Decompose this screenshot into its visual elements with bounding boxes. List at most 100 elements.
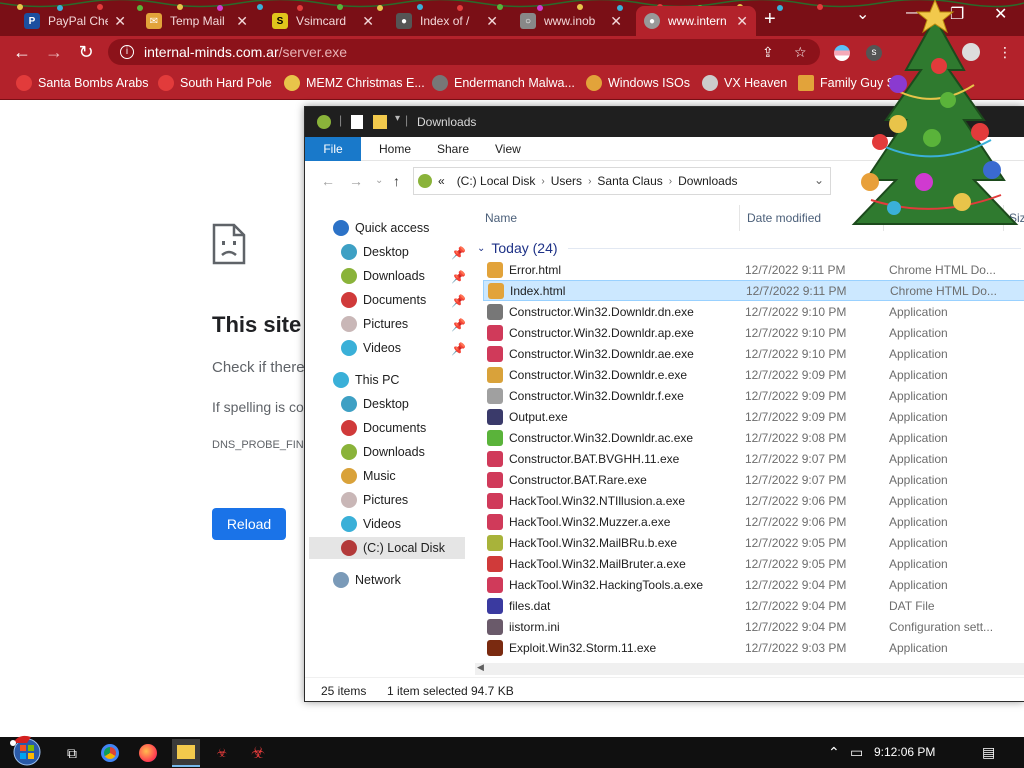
site-info-icon[interactable]: i xyxy=(120,45,134,59)
file-row[interactable]: Exploit.Win32.Storm.11.exe 12/7/2022 9:03… xyxy=(483,637,1024,658)
new-tab-plus-icon[interactable]: + xyxy=(764,8,776,31)
group-header-today[interactable]: ⌄ Today (24) xyxy=(475,237,1024,259)
file-row[interactable]: HackTool.Win32.MailBruter.a.exe 12/7/2022… xyxy=(483,553,1024,574)
breadcrumb-chevron-icon[interactable]: › xyxy=(669,176,672,187)
ribbon-tab-share[interactable]: Share xyxy=(425,137,481,161)
taskbar-clock[interactable]: 9:12:06 PM xyxy=(874,745,935,759)
tab-inob[interactable]: ○ www.inob ✕ xyxy=(512,6,630,36)
ida-app-taskbar-icon[interactable]: ☣ xyxy=(210,741,234,765)
bookmark-item[interactable]: Santa Bombs Arabs xyxy=(16,75,148,91)
horizontal-scrollbar[interactable]: ◀ xyxy=(475,662,1024,675)
file-row[interactable]: HackTool.Win32.NTIllusion.a.exe 12/7/2022… xyxy=(483,490,1024,511)
column-header-name[interactable]: Name xyxy=(485,211,517,225)
nav-item[interactable]: (C:) Local Disk xyxy=(309,537,465,559)
file-row[interactable]: Constructor.Win32.Downldr.ae.exe 12/7/202… xyxy=(483,343,1024,364)
close-tab-icon[interactable]: ✕ xyxy=(736,13,748,30)
network-icon[interactable]: ▭ xyxy=(850,744,863,761)
column-header-date-modified[interactable]: Date modified xyxy=(747,211,821,225)
forward-arrow-icon[interactable]: → xyxy=(42,40,66,64)
bookmark-item[interactable]: South Hard Pole xyxy=(158,75,272,91)
nav-item[interactable]: Music xyxy=(341,465,396,487)
firefox-taskbar-icon[interactable] xyxy=(136,741,160,765)
file-row[interactable]: Constructor.Win32.Downldr.dn.exe 12/7/202… xyxy=(483,301,1024,322)
tab-temp-mail[interactable]: ✉ Temp Mail ✕ xyxy=(138,6,256,36)
tab-paypal[interactable]: P PayPal Che ✕ xyxy=(16,6,134,36)
nav-item[interactable]: Desktop xyxy=(341,241,409,263)
nav-item[interactable]: Pictures xyxy=(341,489,408,511)
properties-icon[interactable] xyxy=(351,115,363,129)
nav-item[interactable]: Documents xyxy=(341,417,426,439)
file-row[interactable]: files.dat 12/7/2022 9:04 PM DAT File xyxy=(483,595,1024,616)
forward-arrow-icon[interactable]: → xyxy=(349,173,363,189)
recent-locations-chevron-icon[interactable]: ⌄ xyxy=(375,175,383,186)
breadcrumb-chevron-icon[interactable]: › xyxy=(588,176,591,187)
tab-internal-minds[interactable]: ● www.intern ✕ xyxy=(636,6,756,36)
nav-item[interactable]: Pictures xyxy=(341,313,408,335)
nav-item[interactable]: Network xyxy=(333,569,401,591)
file-row[interactable]: iistorm.ini 12/7/2022 9:04 PM Configuratio… xyxy=(483,616,1024,637)
file-row[interactable]: HackTool.Win32.Muzzer.a.exe 12/7/2022 9:0… xyxy=(483,511,1024,532)
reload-button[interactable]: Reload xyxy=(212,508,286,540)
file-row[interactable]: Index.html 12/7/2022 9:11 PM Chrome HTML D… xyxy=(483,280,1024,301)
up-arrow-icon[interactable]: ↑ xyxy=(393,173,400,189)
nav-item[interactable]: Desktop xyxy=(341,393,409,415)
bookmark-item[interactable]: Windows ISOs xyxy=(586,75,690,91)
chrome-taskbar-icon[interactable] xyxy=(98,741,122,765)
address-dropdown-icon[interactable]: ⌄ xyxy=(814,173,824,187)
nav-item[interactable]: Videos xyxy=(341,337,401,359)
file-row[interactable]: HackTool.Win32.HackingTools.a.exe 12/7/20… xyxy=(483,574,1024,595)
close-tab-icon[interactable]: ✕ xyxy=(114,13,126,30)
bookmark-item[interactable]: MEMZ Christmas E... xyxy=(284,75,425,91)
nav-item[interactable]: Videos xyxy=(341,513,401,535)
biohazard-app-taskbar-icon[interactable]: ☣ xyxy=(246,741,270,765)
file-row[interactable]: Constructor.Win32.Downldr.ac.exe 12/7/202… xyxy=(483,427,1024,448)
file-row[interactable]: Constructor.Win32.Downldr.ap.exe 12/7/202… xyxy=(483,322,1024,343)
share-icon[interactable]: ⇪ xyxy=(762,44,774,61)
file-row[interactable]: Constructor.Win32.Downldr.f.exe 12/7/2022… xyxy=(483,385,1024,406)
explorer-address-bar[interactable]: « (C:) Local Disk › Users › Santa Claus › D… xyxy=(413,167,831,195)
breadcrumb-item[interactable]: (C:) Local Disk xyxy=(457,174,536,188)
ribbon-tab-file[interactable]: File xyxy=(305,137,361,161)
task-view-icon[interactable]: ⧉ xyxy=(60,741,84,765)
show-hidden-icons-chevron-icon[interactable]: ⌃ xyxy=(828,744,840,761)
close-tab-icon[interactable]: ✕ xyxy=(610,13,622,30)
address-bar[interactable]: i internal-minds.com.ar/server.exe xyxy=(108,39,820,65)
close-tab-icon[interactable]: ✕ xyxy=(486,13,498,30)
back-arrow-icon[interactable]: ← xyxy=(10,40,34,64)
back-arrow-icon[interactable]: ← xyxy=(321,173,335,189)
bookmark-star-icon[interactable]: ☆ xyxy=(794,44,807,61)
breadcrumb-overflow[interactable]: « xyxy=(438,174,445,188)
file-row[interactable]: Constructor.Win32.Downldr.e.exe 12/7/2022… xyxy=(483,364,1024,385)
file-row[interactable]: Constructor.BAT.Rare.exe 12/7/2022 9:07 P… xyxy=(483,469,1024,490)
reload-icon[interactable]: ↻ xyxy=(74,40,98,64)
file-row[interactable]: Error.html 12/7/2022 9:11 PM Chrome HTML D… xyxy=(483,259,1024,280)
bookmark-item[interactable]: VX Heaven xyxy=(702,75,787,91)
file-row[interactable]: HackTool.Win32.MailBRu.b.exe 12/7/2022 9:… xyxy=(483,532,1024,553)
file-row[interactable]: Constructor.BAT.BVGHH.11.exe 12/7/2022 9:… xyxy=(483,448,1024,469)
column-divider[interactable] xyxy=(739,205,740,231)
start-button[interactable] xyxy=(8,733,44,767)
collapse-chevron-icon[interactable]: ⌄ xyxy=(477,243,485,254)
nav-item[interactable]: This PC xyxy=(333,369,399,391)
nav-item[interactable]: Downloads xyxy=(341,441,425,463)
tab-index-of[interactable]: ● Index of / ✕ xyxy=(388,6,506,36)
nav-item[interactable]: Quick access xyxy=(333,217,429,239)
breadcrumb-item[interactable]: Downloads xyxy=(678,174,737,188)
close-tab-icon[interactable]: ✕ xyxy=(362,13,374,30)
breadcrumb-chevron-icon[interactable]: › xyxy=(541,176,544,187)
ribbon-tab-view[interactable]: View xyxy=(483,137,533,161)
file-row[interactable]: Output.exe 12/7/2022 9:09 PM Application xyxy=(483,406,1024,427)
nav-item[interactable]: Documents xyxy=(341,289,426,311)
breadcrumb-item[interactable]: Users xyxy=(551,174,582,188)
action-center-icon[interactable]: ▤ xyxy=(982,744,995,761)
new-folder-icon[interactable] xyxy=(373,115,387,129)
scroll-left-arrow-icon[interactable]: ◀ xyxy=(477,662,484,673)
tab-vsimcard[interactable]: S Vsimcard ✕ xyxy=(264,6,382,36)
breadcrumb-item[interactable]: Santa Claus xyxy=(597,174,662,188)
close-tab-icon[interactable]: ✕ xyxy=(236,13,248,30)
file-explorer-taskbar-icon[interactable] xyxy=(172,739,200,767)
nav-item[interactable]: Downloads xyxy=(341,265,425,287)
ribbon-tab-home[interactable]: Home xyxy=(367,137,423,161)
quick-access-dropdown-icon[interactable]: ▾ xyxy=(395,113,400,124)
bookmark-item[interactable]: Endermanch Malwa... xyxy=(432,75,575,91)
